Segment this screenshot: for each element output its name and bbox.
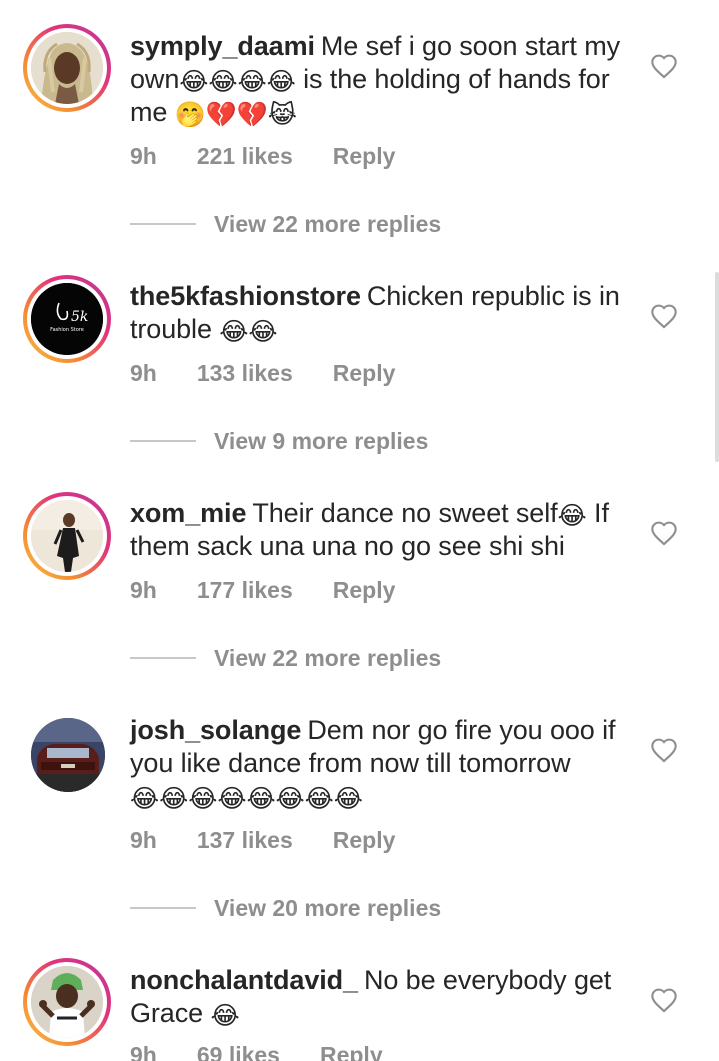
reply-button[interactable]: Reply bbox=[333, 827, 396, 854]
reply-button[interactable]: Reply bbox=[333, 143, 396, 170]
heart-icon[interactable] bbox=[650, 53, 678, 79]
comment-text: nonchalantdavid_ No be everybody get Grac… bbox=[130, 964, 630, 1030]
comment-likes[interactable]: 69 likes bbox=[197, 1042, 280, 1061]
comment-likes[interactable]: 221 likes bbox=[197, 143, 293, 170]
comment-emoji: 😂😂😂😂😂😂😂😂 bbox=[130, 784, 363, 813]
heart-icon[interactable] bbox=[650, 987, 678, 1013]
avatar-logo-text: 5k bbox=[71, 309, 88, 325]
comment-meta: 9h 221 likes Reply bbox=[130, 143, 395, 170]
comment-emoji: 😂 bbox=[210, 1001, 240, 1030]
comment-emoji: 😂😂😂😂 bbox=[179, 67, 296, 96]
comment-time: 9h bbox=[130, 577, 157, 603]
comment-meta: 9h 137 likes Reply bbox=[130, 827, 395, 854]
comment-text: the5kfashionstore Chicken republic is in … bbox=[130, 280, 630, 346]
comment-meta: 9h 133 likes Reply bbox=[130, 360, 395, 387]
comment-text: symply_daami Me sef i go soon start my ow… bbox=[130, 30, 630, 129]
comment-time: 9h bbox=[130, 827, 157, 853]
comment-likes[interactable]: 133 likes bbox=[197, 360, 293, 387]
avatar[interactable] bbox=[23, 958, 111, 1046]
view-replies-label: View 22 more replies bbox=[214, 644, 442, 671]
reply-button[interactable]: Reply bbox=[333, 577, 396, 604]
avatar[interactable]: 5k Fashion Store bbox=[23, 275, 111, 363]
scrollbar[interactable] bbox=[715, 272, 719, 462]
avatar[interactable] bbox=[31, 718, 105, 792]
avatar[interactable] bbox=[23, 492, 111, 580]
view-replies-button[interactable]: View 20 more replies bbox=[130, 892, 441, 924]
divider-line bbox=[130, 440, 196, 442]
heart-icon[interactable] bbox=[650, 520, 678, 546]
heart-icon[interactable] bbox=[650, 737, 678, 763]
view-replies-button[interactable]: View 22 more replies bbox=[130, 208, 441, 240]
comment-time: 9h bbox=[130, 360, 157, 386]
comment-text: josh_solange Dem nor go fire you ooo if y… bbox=[130, 714, 630, 813]
heart-icon[interactable] bbox=[650, 303, 678, 329]
divider-line bbox=[130, 907, 196, 909]
comment-username[interactable]: the5kfashionstore bbox=[130, 281, 361, 311]
view-replies-button[interactable]: View 22 more replies bbox=[130, 642, 441, 674]
comment-likes[interactable]: 177 likes bbox=[197, 577, 293, 604]
comment-emoji: 😂😂 bbox=[219, 317, 278, 346]
avatar-logo-subtext: Fashion Store bbox=[50, 327, 84, 333]
view-replies-label: View 22 more replies bbox=[214, 210, 442, 237]
comment-username[interactable]: josh_solange bbox=[130, 715, 301, 745]
view-replies-label: View 9 more replies bbox=[214, 427, 429, 454]
comment-text: xom_mie Their dance no sweet self😂 If the… bbox=[130, 497, 630, 563]
comment-emoji: 🤭💔💔😹 bbox=[174, 100, 297, 129]
comment-body: Their dance no sweet self bbox=[252, 498, 558, 528]
view-replies-label: View 20 more replies bbox=[214, 894, 442, 921]
view-replies-button[interactable]: View 9 more replies bbox=[130, 425, 428, 457]
comments-feed[interactable]: symply_daami Me sef i go soon start my ow… bbox=[0, 0, 719, 1061]
comment-meta: 9h 69 likes Reply bbox=[130, 1042, 383, 1061]
comment-username[interactable]: symply_daami bbox=[130, 31, 315, 61]
comment-emoji: 😂 bbox=[557, 501, 587, 530]
comment-username[interactable]: xom_mie bbox=[130, 498, 246, 528]
reply-button[interactable]: Reply bbox=[333, 360, 396, 387]
comment-meta: 9h 177 likes Reply bbox=[130, 577, 395, 604]
comment-time: 9h bbox=[130, 143, 157, 169]
reply-button[interactable]: Reply bbox=[320, 1042, 383, 1061]
comment-username[interactable]: nonchalantdavid_ bbox=[130, 965, 358, 995]
divider-line bbox=[130, 657, 196, 659]
avatar[interactable] bbox=[23, 24, 111, 112]
comment-likes[interactable]: 137 likes bbox=[197, 827, 293, 854]
comment-time: 9h bbox=[130, 1042, 157, 1061]
divider-line bbox=[130, 223, 196, 225]
